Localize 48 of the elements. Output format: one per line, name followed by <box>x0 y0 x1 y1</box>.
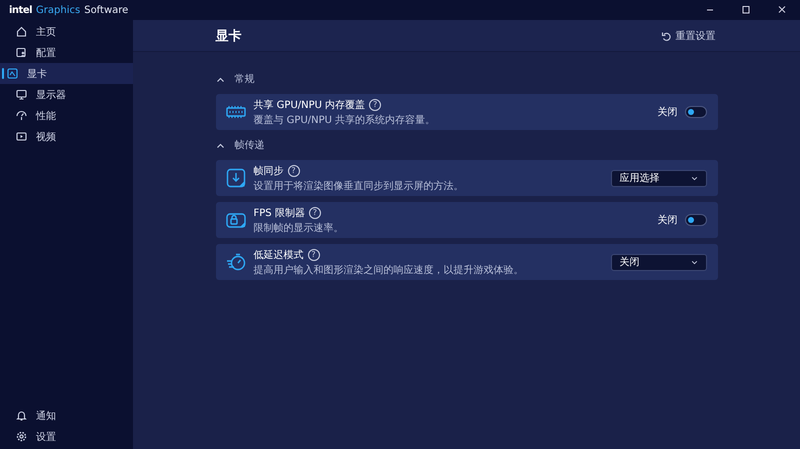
setting-description: 设置用于将渲染图像垂直同步到显示屏的方法。 <box>254 180 464 192</box>
sidebar-item[interactable]: 设置 <box>0 426 133 447</box>
maximize-icon[interactable] <box>741 5 751 15</box>
setting-description: 限制帧的显示速率。 <box>254 222 344 234</box>
sidebar-item[interactable]: 性能 <box>0 105 133 126</box>
chevron-down-icon <box>690 258 698 266</box>
help-button[interactable]: ? <box>288 164 300 176</box>
reset-icon <box>660 30 670 40</box>
setting-description: 覆盖与 GPU/NPU 共享的系统内存容量。 <box>254 114 436 126</box>
settings-icon <box>16 431 27 442</box>
sidebar-item[interactable]: 视频 <box>0 126 133 147</box>
graphics-card-icon <box>7 68 18 79</box>
toggle-switch[interactable] <box>684 214 706 226</box>
dropdown[interactable]: 应用选择 <box>610 170 706 186</box>
bell-icon <box>16 410 27 421</box>
help-button[interactable]: ? <box>369 98 382 110</box>
toggle-label: 关闭 <box>658 214 678 227</box>
setting-description: 提高用户输入和图形渲染之间的响应速度，以提升游戏体验。 <box>254 264 524 276</box>
stopwatch-icon <box>226 252 246 272</box>
help-button[interactable]: ? <box>308 248 320 260</box>
gauge-icon <box>16 110 27 121</box>
profile-icon <box>16 47 27 58</box>
brand-logo: intel <box>9 4 32 16</box>
dropdown[interactable]: 关闭 <box>610 254 706 270</box>
section-title: 常规 <box>234 72 254 86</box>
setting-title: 低延迟模式 <box>254 248 304 262</box>
sidebar-item[interactable]: 主页 <box>0 21 133 42</box>
sidebar-item[interactable]: 配置 <box>0 42 133 63</box>
frame-sync-icon <box>226 168 246 188</box>
page-title: 显卡 <box>216 28 242 44</box>
monitor-icon <box>16 89 27 100</box>
reset-button[interactable]: 重置设置 <box>658 26 718 44</box>
setting-title: 共享 GPU/NPU 内存覆盖 <box>254 98 366 112</box>
section-title: 帧传递 <box>234 138 264 152</box>
setting-title: 帧同步 <box>254 164 284 178</box>
close-icon[interactable] <box>777 5 787 15</box>
sidebar-item[interactable]: 通知 <box>0 405 133 426</box>
sidebar-item[interactable]: 显示器 <box>0 84 133 105</box>
chevron-down-icon <box>690 174 698 182</box>
home-icon <box>16 26 27 37</box>
app-title: Graphics <box>36 4 80 16</box>
app-title: Software <box>84 4 128 16</box>
video-icon <box>16 131 27 142</box>
sidebar-item[interactable]: 显卡 <box>0 63 133 84</box>
help-button[interactable]: ? <box>308 206 321 218</box>
toggle-switch[interactable] <box>684 106 706 118</box>
setting-title: FPS 限制器 <box>254 206 305 220</box>
toggle-label: 关闭 <box>658 106 678 119</box>
